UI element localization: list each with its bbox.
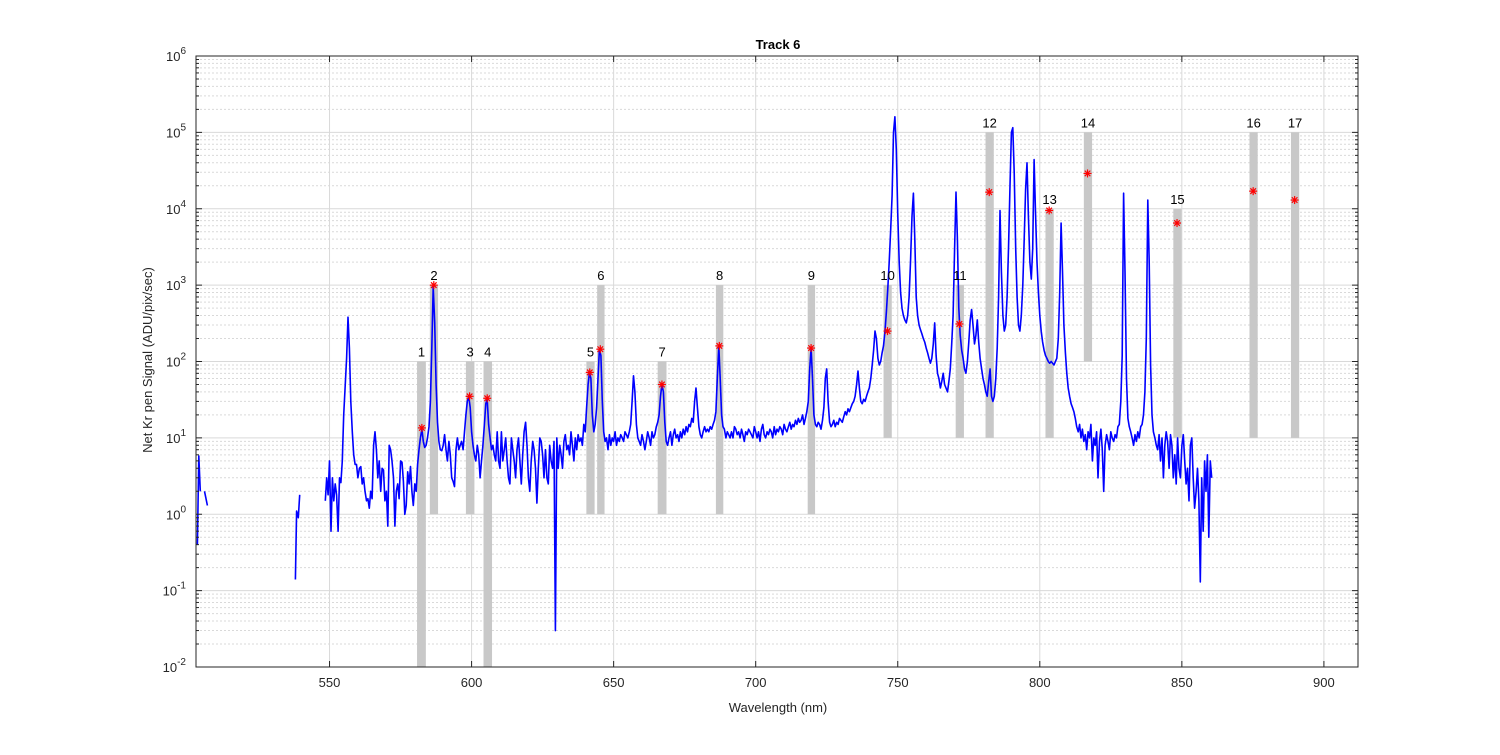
peak-band [955,285,964,438]
peak-label: 15 [1170,192,1184,207]
peak-label: 7 [658,345,665,360]
peak-band [883,285,892,438]
peak-label: 6 [597,268,604,283]
x-tick-label: 800 [1029,675,1051,690]
peak-marker [657,380,666,389]
peak-label: 11 [953,268,967,283]
peak-label: 12 [982,115,996,130]
peak-label: 17 [1288,115,1302,130]
peak-band [1290,132,1300,438]
spectrum-chart: 123 4 5678 9 10 111213141516 17 550 600 650 700 75… [0,0,1500,750]
peak-band [1173,208,1182,438]
chart-figure: 1 2 3 4 5 6 7 8 9 10 11 12 13 14 15 16 17 550 600 650 700 75… [0,0,1500,750]
peak-marker [715,341,724,350]
peak-label: 16 [1246,115,1260,130]
peak-band [1083,132,1093,362]
peak-label: 13 [1042,192,1056,207]
peak-label: 14 [1081,115,1095,130]
x-tick-label: 700 [745,675,767,690]
peak-band [465,361,475,515]
x-tick-label: 650 [603,675,625,690]
x-tick-label: 750 [887,675,909,690]
peak-label: 8 [716,268,723,283]
peak-marker [585,368,594,377]
peak-band [1045,208,1054,438]
peak-marker [483,394,492,403]
peak-band [985,132,994,438]
peak-marker [883,327,892,336]
peak-label: 2 [430,268,437,283]
x-axis-label: Wavelength (nm) [729,700,828,715]
chart-title: Track 6 [756,37,801,52]
peak-marker [596,345,605,354]
peak-marker [1249,187,1258,196]
peak-marker [465,392,474,401]
peak-band [597,285,605,515]
x-tick-label: 850 [1171,675,1193,690]
peak-label: 3 [467,345,474,360]
peak-label: 10 [880,268,894,283]
peak-band [417,361,426,667]
peak-marker [417,423,426,432]
peak-marker [985,188,994,197]
x-tick-label: 600 [461,675,483,690]
x-tick-label: 550 [319,675,341,690]
peak-band [1249,132,1258,438]
x-tick-label: 900 [1313,675,1335,690]
y-axis-label: Net Kr pen Signal (ADU/pix/sec) [140,267,155,453]
peak-marker [807,344,816,353]
peak-label: 9 [808,268,815,283]
peak-marker [955,319,964,328]
peak-label: 4 [484,345,491,360]
peak-label: 5 [587,345,594,360]
peak-label: 1 [418,345,425,360]
